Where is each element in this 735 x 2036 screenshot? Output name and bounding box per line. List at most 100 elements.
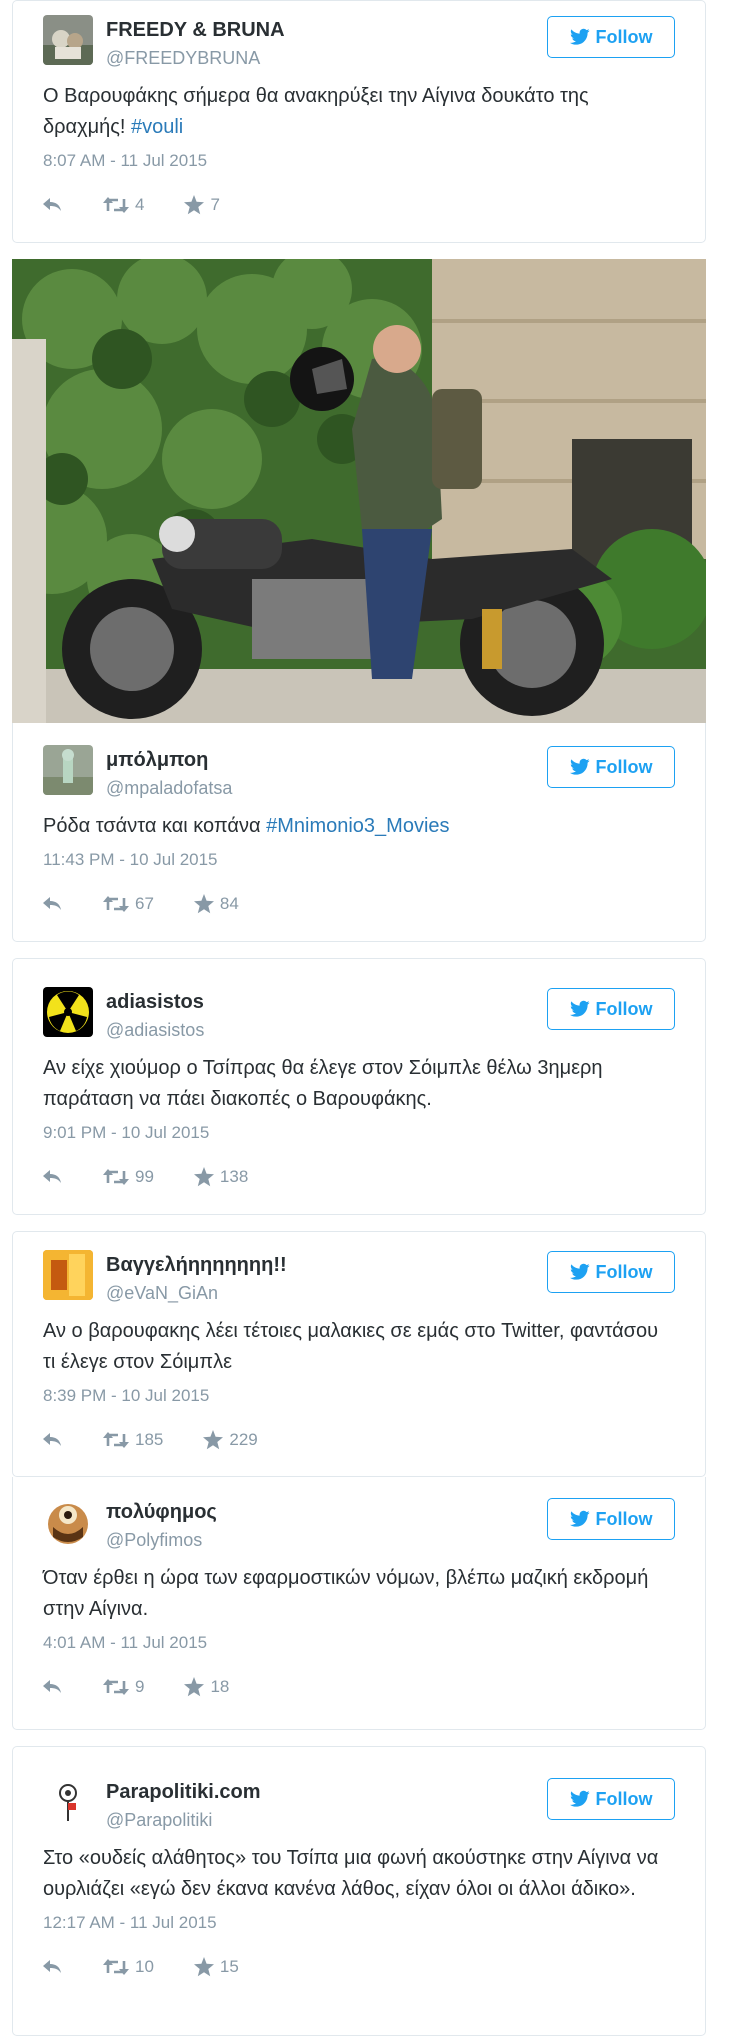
user-name[interactable]: FREEDY & BRUNA (106, 19, 285, 42)
reply-icon (43, 1679, 63, 1695)
retweet-count: 9 (135, 1677, 145, 1696)
retweet-button[interactable]: 67 (103, 894, 154, 914)
follow-label: Follow (595, 756, 653, 777)
tweet-timestamp[interactable]: 12:17 AM - 11 Jul 2015 (43, 1913, 675, 1933)
follow-label: Follow (595, 1508, 653, 1529)
avatar[interactable] (43, 987, 93, 1037)
retweet-icon (103, 1678, 129, 1696)
tweet-card: πολύφημος @Polyfimos Follow Όταν έρθει η… (12, 1477, 706, 1730)
follow-button[interactable]: Follow (547, 1251, 675, 1293)
twitter-bird-icon (570, 28, 590, 46)
retweet-icon (103, 895, 129, 913)
user-name[interactable]: adiasistos (106, 991, 204, 1014)
star-icon (184, 195, 204, 215)
retweet-count: 4 (135, 195, 145, 214)
user-handle[interactable]: @adiasistos (106, 1020, 204, 1041)
twitter-bird-icon (570, 1000, 590, 1018)
avatar[interactable] (43, 1250, 93, 1300)
favorite-button[interactable]: 229 (203, 1430, 258, 1450)
tweet-text: Όταν έρθει η ώρα των εφαρμοστικών νόμων,… (43, 1567, 649, 1620)
avatar[interactable] (43, 1497, 93, 1547)
retweet-count: 10 (135, 1957, 154, 1976)
follow-label: Follow (595, 998, 653, 1019)
reply-button[interactable] (43, 1169, 63, 1185)
favorite-button[interactable]: 15 (194, 1957, 239, 1977)
favorite-count: 15 (219, 1957, 239, 1976)
user-name[interactable]: πολύφημος (106, 1501, 217, 1524)
tweet-photo[interactable] (12, 259, 706, 723)
tweet-text: Ο Βαρουφάκης σήμερα θα ανακηρύξει την Αί… (43, 85, 589, 138)
favorite-count: 18 (210, 1677, 230, 1696)
star-icon (184, 1677, 204, 1697)
reply-icon (43, 197, 63, 213)
retweet-button[interactable]: 99 (103, 1167, 154, 1187)
tweet-timestamp[interactable]: 8:07 AM - 11 Jul 2015 (43, 151, 675, 171)
user-handle[interactable]: @Parapolitiki (106, 1810, 212, 1831)
star-icon (203, 1430, 223, 1450)
user-handle[interactable]: @Polyfimos (106, 1530, 202, 1551)
follow-button[interactable]: Follow (547, 1778, 675, 1820)
user-name[interactable]: Βαγγελήηηηηηηη!! (106, 1254, 287, 1277)
follow-button[interactable]: Follow (547, 1498, 675, 1540)
retweet-icon (103, 196, 129, 214)
star-icon (194, 1167, 214, 1187)
retweet-button[interactable]: 10 (103, 1957, 154, 1977)
favorite-button[interactable]: 7 (184, 195, 220, 215)
follow-button[interactable]: Follow (547, 16, 675, 58)
user-name[interactable]: μπόλμποη (106, 749, 208, 772)
twitter-bird-icon (570, 1510, 590, 1528)
twitter-bird-icon (570, 1263, 590, 1281)
avatar[interactable] (43, 15, 93, 65)
tweet-card: Βαγγελήηηηηηηη!! @eVaN_GiAn Follow Αν ο … (12, 1231, 706, 1477)
retweet-icon (103, 1958, 129, 1976)
hashtag-link[interactable]: #vouli (131, 116, 183, 138)
follow-label: Follow (595, 26, 653, 47)
tweet-timestamp[interactable]: 9:01 PM - 10 Jul 2015 (43, 1123, 675, 1143)
avatar[interactable] (43, 745, 93, 795)
retweet-count: 67 (135, 894, 154, 913)
retweet-count: 185 (135, 1430, 164, 1449)
retweet-button[interactable]: 185 (103, 1430, 163, 1450)
avatar[interactable] (43, 1777, 93, 1827)
reply-button[interactable] (43, 1959, 63, 1975)
hashtag-link[interactable]: #Mnimonio3_Movies (266, 815, 449, 837)
retweet-button[interactable]: 9 (103, 1677, 144, 1697)
reply-button[interactable] (43, 896, 63, 912)
retweet-icon (103, 1168, 129, 1186)
follow-label: Follow (595, 1788, 653, 1809)
user-handle[interactable]: @FREEDYBRUNA (106, 48, 260, 69)
twitter-bird-icon (570, 758, 590, 776)
follow-label: Follow (595, 1261, 653, 1282)
tweet-card: Parapolitiki.com @Parapolitiki Follow Στ… (12, 1746, 706, 2036)
retweet-count: 99 (135, 1167, 154, 1186)
follow-button[interactable]: Follow (547, 988, 675, 1030)
favorite-count: 138 (219, 1167, 249, 1186)
tweet-text: Στο «ουδείς αλάθητος» του Τσίπα μια φωνή… (43, 1847, 659, 1900)
star-icon (194, 1957, 214, 1977)
user-handle[interactable]: @eVaN_GiAn (106, 1283, 218, 1304)
tweet-card: FREEDY & BRUNA @FREEDYBRUNA Follow Ο Βαρ… (12, 0, 706, 243)
reply-icon (43, 1959, 63, 1975)
tweet-text: Αν είχε χιούμορ ο Τσίπρας θα έλεγε στον … (43, 1057, 603, 1110)
tweet-timestamp[interactable]: 4:01 AM - 11 Jul 2015 (43, 1633, 675, 1653)
tweet-timestamp[interactable]: 8:39 PM - 10 Jul 2015 (43, 1386, 675, 1406)
follow-button[interactable]: Follow (547, 746, 675, 788)
reply-icon (43, 1432, 63, 1448)
favorite-button[interactable]: 84 (194, 894, 239, 914)
favorite-button[interactable]: 138 (194, 1167, 248, 1187)
twitter-bird-icon (570, 1790, 590, 1808)
tweet-text: Αν ο βαρουφακης λέει τέτοιες μαλακιες σε… (43, 1320, 659, 1373)
reply-button[interactable] (43, 1679, 63, 1695)
reply-icon (43, 1169, 63, 1185)
reply-button[interactable] (43, 1432, 63, 1448)
user-name[interactable]: Parapolitiki.com (106, 1781, 261, 1804)
reply-button[interactable] (43, 197, 63, 213)
retweet-icon (103, 1431, 129, 1449)
favorite-count: 7 (210, 195, 220, 214)
retweet-button[interactable]: 4 (103, 195, 144, 215)
tweet-card: μπόλμποη @mpaladofatsa Follow Ρόδα τσάντ… (12, 723, 706, 942)
favorite-count: 84 (219, 894, 239, 913)
tweet-timestamp[interactable]: 11:43 PM - 10 Jul 2015 (43, 850, 675, 870)
user-handle[interactable]: @mpaladofatsa (106, 778, 232, 799)
favorite-button[interactable]: 18 (184, 1677, 229, 1697)
